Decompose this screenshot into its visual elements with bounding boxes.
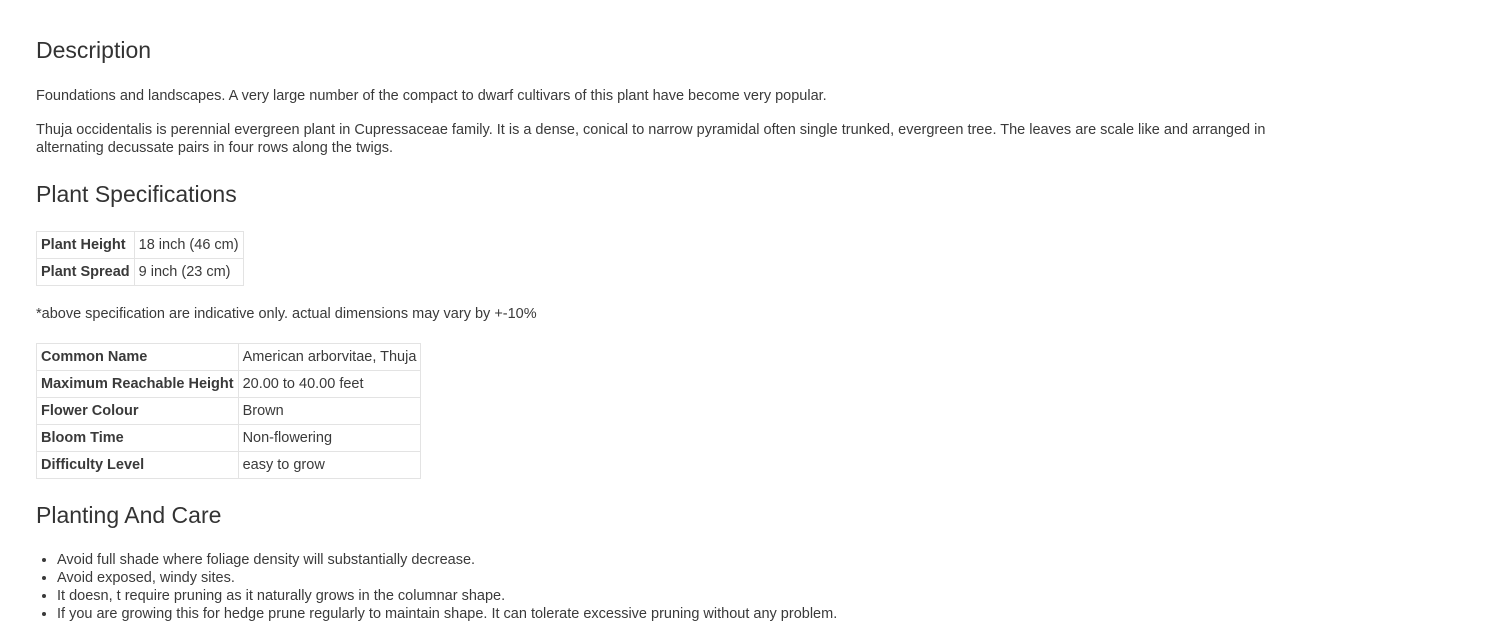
list-item: Avoid exposed, windy sites. <box>57 569 837 587</box>
spec-value: 18 inch (46 cm) <box>133 231 244 259</box>
detail-value: Brown <box>237 397 422 425</box>
table-row: Difficulty Level easy to grow <box>36 451 422 479</box>
detail-label: Bloom Time <box>36 424 239 452</box>
description-paragraph: Thuja occidentalis is perennial evergree… <box>36 122 1266 156</box>
spec-label: Plant Height <box>36 231 135 259</box>
detail-value: Non-flowering <box>237 424 422 452</box>
planting-and-care-heading: Planting And Care <box>36 502 222 528</box>
description-heading: Description <box>36 37 152 63</box>
detail-label: Difficulty Level <box>36 451 239 479</box>
care-list: Avoid full shade where foliage density w… <box>36 551 837 623</box>
spec-value: 9 inch (23 cm) <box>133 258 244 286</box>
detail-label: Maximum Reachable Height <box>36 370 239 398</box>
table-row: Plant Spread 9 inch (23 cm) <box>36 258 244 286</box>
size-specifications-table: Plant Height 18 inch (46 cm) Plant Sprea… <box>36 231 244 286</box>
description-paragraph: Foundations and landscapes. A very large… <box>36 88 827 104</box>
detail-value: easy to grow <box>237 451 422 479</box>
table-row: Maximum Reachable Height 20.00 to 40.00 … <box>36 370 422 398</box>
detail-label: Common Name <box>36 343 239 371</box>
detail-value: American arborvitae, Thuja <box>237 343 422 371</box>
table-row: Bloom Time Non-flowering <box>36 424 422 452</box>
table-row: Plant Height 18 inch (46 cm) <box>36 231 244 259</box>
list-item: It doesn, t require pruning as it natura… <box>57 587 837 605</box>
list-item: Avoid full shade where foliage density w… <box>57 551 837 569</box>
specification-note: *above specification are indicative only… <box>36 306 537 322</box>
table-row: Common Name American arborvitae, Thuja <box>36 343 422 371</box>
plant-details-table: Common Name American arborvitae, Thuja M… <box>36 343 422 479</box>
list-item: If you are growing this for hedge prune … <box>57 605 837 623</box>
spec-label: Plant Spread <box>36 258 135 286</box>
detail-value: 20.00 to 40.00 feet <box>237 370 422 398</box>
plant-specifications-heading: Plant Specifications <box>36 181 237 207</box>
table-row: Flower Colour Brown <box>36 397 422 425</box>
detail-label: Flower Colour <box>36 397 239 425</box>
